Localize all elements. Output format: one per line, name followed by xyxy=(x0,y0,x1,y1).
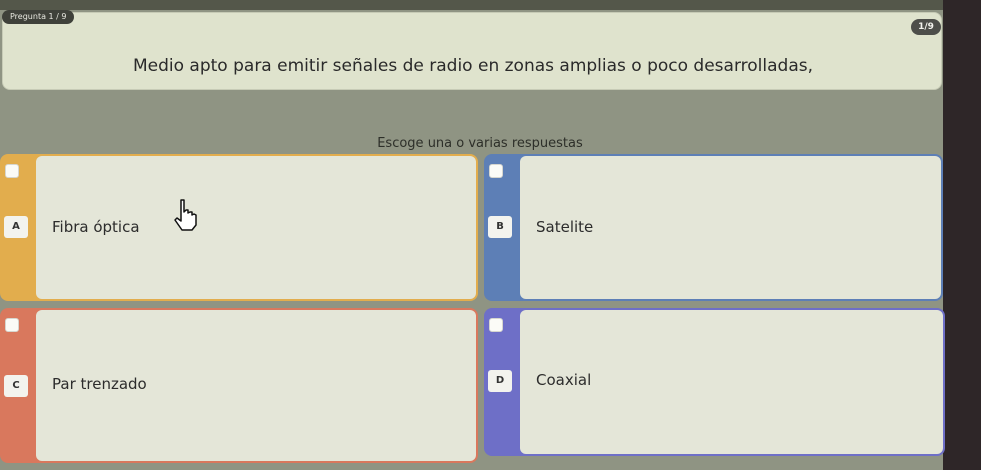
checkbox-icon[interactable] xyxy=(5,318,19,332)
top-bar xyxy=(0,0,981,10)
option-d[interactable]: D Coaxial xyxy=(484,308,945,456)
option-a[interactable]: A Fibra óptica xyxy=(0,154,478,301)
option-label: Satelite xyxy=(536,218,594,236)
page-badge: 1/9 xyxy=(911,19,941,35)
checkbox-icon[interactable] xyxy=(5,164,19,178)
option-letter: B xyxy=(488,216,512,238)
question-counter: Pregunta 1 / 9 xyxy=(2,10,75,24)
question-card: Medio apto para emitir señales de radio … xyxy=(2,12,942,90)
hand-pointer-icon xyxy=(174,199,197,231)
option-label: Fibra óptica xyxy=(52,218,140,236)
option-letter: A xyxy=(4,216,28,238)
option-label: Par trenzado xyxy=(52,375,147,393)
question-text: Medio apto para emitir señales de radio … xyxy=(132,56,814,76)
option-letter: D xyxy=(488,370,512,392)
instruction-text: Escoge una o varias respuestas xyxy=(377,136,583,151)
checkbox-icon[interactable] xyxy=(489,164,503,178)
option-c[interactable]: C Par trenzado xyxy=(0,308,478,463)
screen-bezel xyxy=(943,0,981,470)
option-b[interactable]: B Satelite xyxy=(484,154,943,301)
option-label: Coaxial xyxy=(536,371,592,389)
option-letter: C xyxy=(4,375,28,397)
checkbox-icon[interactable] xyxy=(489,318,503,332)
